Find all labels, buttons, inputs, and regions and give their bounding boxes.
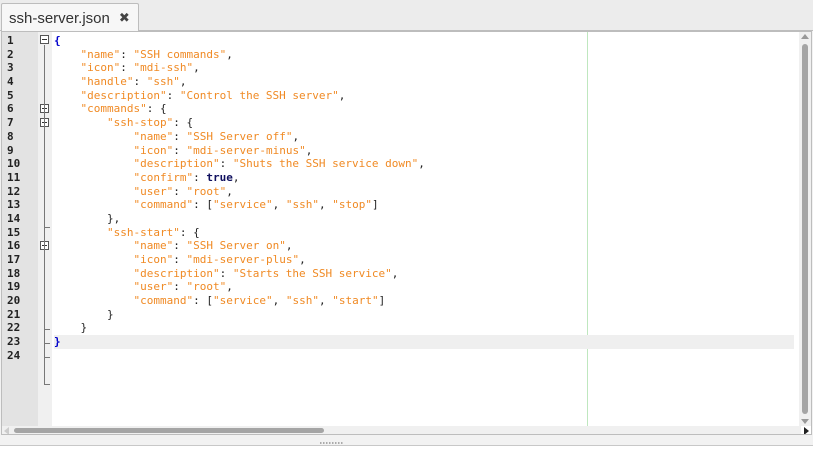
- code-line-7: "ssh-stop": {: [106, 116, 194, 130]
- line-number-gutter: 1 2 3 4 5 6 7 8 9 10 11 12 13 14 15 16 17 18 19 20 21 22 23 24: [2, 32, 52, 426]
- line-number: 11: [7, 170, 21, 184]
- fold-end-marker: [44, 384, 50, 385]
- fold-margin[interactable]: [38, 32, 52, 426]
- vertical-scroll-thumb[interactable]: [802, 44, 808, 414]
- line-number: 21: [7, 307, 21, 321]
- line-number: 22: [7, 321, 21, 335]
- code-line-10: "description": "Shuts the SSH service do…: [133, 157, 425, 171]
- matched-brace: {: [54, 34, 61, 47]
- line-number: 6: [7, 102, 14, 116]
- code-line-20: "command": ["service", "ssh", "start"]: [133, 294, 386, 308]
- line-number: 12: [7, 184, 21, 198]
- line-number: 3: [7, 61, 14, 75]
- fold-guide: [44, 45, 45, 385]
- code-line-12: "user": "root",: [133, 184, 233, 198]
- scroll-up-arrow-icon[interactable]: [801, 34, 809, 39]
- code-line-3: "icon": "mdi-ssh",: [80, 61, 200, 75]
- code-line-6: "commands": {: [80, 102, 167, 116]
- close-icon[interactable]: ✖: [119, 12, 130, 25]
- line-numbers: 1 2 3 4 5 6 7 8 9 10 11 12 13 14 15 16 17 18 19 20 21 22 23 24: [2, 34, 38, 363]
- matched-brace: }: [54, 335, 61, 349]
- horizontal-scrollbar[interactable]: [2, 426, 809, 434]
- scroll-down-arrow-icon[interactable]: [801, 419, 809, 424]
- line-number: 23: [7, 335, 21, 349]
- tab-bar: ssh-server.json ✖: [0, 0, 813, 32]
- line-number: 1: [7, 34, 14, 47]
- line-number: 18: [7, 266, 21, 280]
- code-line-13: "command": ["service", "ssh", "stop"]: [133, 198, 379, 212]
- code-line-22: }: [54, 321, 88, 335]
- line-number: 2: [7, 47, 14, 61]
- code-line-4: "handle": "ssh",: [80, 75, 187, 89]
- line-number: 9: [7, 143, 14, 157]
- line-number: 14: [7, 211, 21, 225]
- line-number: 7: [7, 116, 14, 130]
- code-line-11: "confirm": true,: [133, 170, 240, 184]
- tab-label: ssh-server.json: [9, 9, 110, 27]
- vertical-scrollbar[interactable]: [799, 32, 811, 426]
- code-line-17: "icon": "mdi-server-plus",: [133, 253, 306, 266]
- fold-minus-icon[interactable]: [40, 35, 49, 44]
- code-line-21: }: [54, 307, 114, 321]
- code-line-2: "name": "SSH commands",: [80, 47, 233, 61]
- line-number: 24: [7, 348, 21, 362]
- scroll-right-arrow-icon[interactable]: [804, 427, 809, 434]
- splitter-grip-icon[interactable]: [320, 442, 344, 444]
- line-number: 20: [7, 294, 21, 308]
- code-line-8: "name": "SSH Server off",: [133, 129, 300, 143]
- code-text[interactable]: { "name": "SSH commands", "icon": "mdi-s…: [54, 34, 794, 363]
- code-line-1: {: [54, 34, 794, 48]
- line-number: 16: [7, 239, 21, 253]
- bottom-pane: [0, 445, 813, 451]
- line-number: 19: [7, 280, 21, 294]
- code-line-19: "user": "root",: [133, 280, 233, 294]
- code-editor[interactable]: 1 2 3 4 5 6 7 8 9 10 11 12 13 14 15 16 17 18 19 20 21 22 23 24 …: [1, 31, 812, 435]
- editor-window: ssh-server.json ✖ 1 2 3 4 5 6 7 8 9 10 11 12 13 14 15 1…: [0, 0, 813, 451]
- line-number: 5: [7, 88, 14, 102]
- code-line-23-current: }: [54, 335, 794, 349]
- code-line-18: "description": "Starts the SSH service",: [133, 266, 399, 280]
- line-number: 15: [7, 225, 21, 239]
- tab-ssh-server-json[interactable]: ssh-server.json ✖: [1, 3, 139, 32]
- line-number: 13: [7, 198, 21, 212]
- code-line-9: "icon": "mdi-server-minus",: [133, 143, 313, 157]
- code-line-5: "description": "Control the SSH server",: [80, 88, 346, 102]
- code-line-15: "ssh-start": {: [106, 225, 200, 239]
- line-number: 17: [7, 253, 21, 266]
- code-line-16: "name": "SSH Server on",: [133, 239, 293, 253]
- scroll-left-arrow-icon[interactable]: [4, 427, 9, 434]
- line-number: 8: [7, 129, 14, 143]
- line-number: 10: [7, 157, 21, 171]
- code-line-14: },: [54, 211, 121, 225]
- horizontal-scroll-thumb[interactable]: [14, 428, 324, 433]
- line-number: 4: [7, 75, 14, 89]
